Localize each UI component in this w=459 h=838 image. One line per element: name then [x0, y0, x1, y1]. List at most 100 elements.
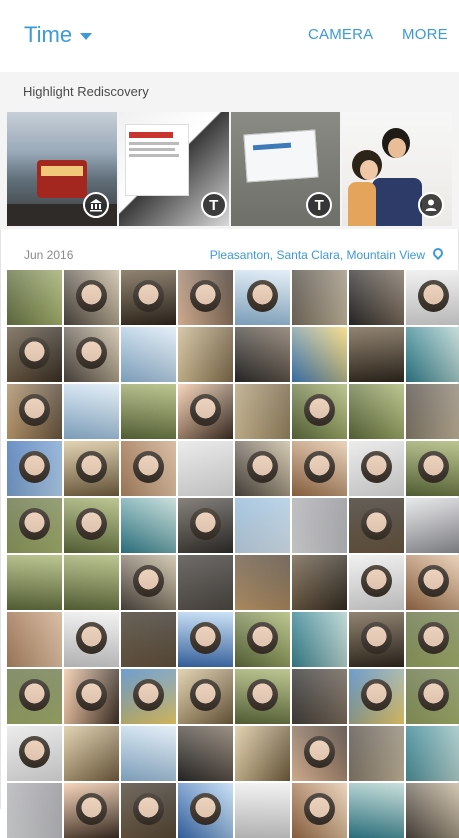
- photo-thumbnail[interactable]: [292, 270, 347, 325]
- more-button[interactable]: MORE: [402, 26, 448, 43]
- photo-thumbnail[interactable]: [406, 555, 459, 610]
- photo-thumbnail[interactable]: [7, 327, 62, 382]
- photo-thumbnail[interactable]: [178, 498, 233, 553]
- photo-shading: [292, 783, 347, 838]
- photo-shading: [235, 555, 290, 610]
- photo-thumbnail[interactable]: [292, 783, 347, 838]
- photo-thumbnail[interactable]: [64, 669, 119, 724]
- photo-thumbnail[interactable]: [235, 783, 290, 838]
- photo-thumbnail[interactable]: [349, 270, 404, 325]
- photo-thumbnail[interactable]: [292, 441, 347, 496]
- camera-button[interactable]: CAMERA: [308, 26, 373, 43]
- photo-thumbnail[interactable]: [235, 270, 290, 325]
- photo-shading: [64, 498, 119, 553]
- photo-thumbnail[interactable]: [7, 441, 62, 496]
- photo-thumbnail[interactable]: [349, 327, 404, 382]
- highlight-card-group-photo[interactable]: [342, 112, 452, 226]
- photo-thumbnail[interactable]: [406, 270, 459, 325]
- photo-thumbnail[interactable]: [178, 612, 233, 667]
- photo-thumbnail[interactable]: [235, 726, 290, 781]
- photo-shading: [235, 612, 290, 667]
- photo-thumbnail[interactable]: [178, 441, 233, 496]
- photo-thumbnail[interactable]: [7, 669, 62, 724]
- photo-thumbnail[interactable]: [235, 384, 290, 439]
- photo-thumbnail[interactable]: [121, 441, 176, 496]
- photo-thumbnail[interactable]: [7, 612, 62, 667]
- photo-thumbnail[interactable]: [349, 384, 404, 439]
- photo-thumbnail[interactable]: [7, 498, 62, 553]
- photo-thumbnail[interactable]: [292, 612, 347, 667]
- photo-thumbnail[interactable]: [121, 669, 176, 724]
- photo-thumbnail[interactable]: [178, 669, 233, 724]
- photo-thumbnail[interactable]: [406, 726, 459, 781]
- photo-thumbnail[interactable]: [64, 783, 119, 838]
- photo-thumbnail[interactable]: [292, 669, 347, 724]
- photo-thumbnail[interactable]: [406, 498, 459, 553]
- photo-thumbnail[interactable]: [292, 498, 347, 553]
- photo-thumbnail[interactable]: [178, 384, 233, 439]
- photo-shading: [406, 384, 459, 439]
- highlight-card-business-card[interactable]: T: [230, 112, 341, 226]
- view-mode-dropdown[interactable]: Time: [24, 22, 93, 48]
- photo-thumbnail[interactable]: [292, 726, 347, 781]
- photo-thumbnail[interactable]: [406, 441, 459, 496]
- photo-thumbnail[interactable]: [406, 612, 459, 667]
- photo-thumbnail[interactable]: [7, 384, 62, 439]
- photo-thumbnail[interactable]: [178, 555, 233, 610]
- photo-thumbnail[interactable]: [292, 327, 347, 382]
- photo-thumbnail[interactable]: [349, 498, 404, 553]
- photo-thumbnail[interactable]: [292, 555, 347, 610]
- photo-thumbnail[interactable]: [235, 612, 290, 667]
- photo-thumbnail[interactable]: [121, 270, 176, 325]
- photo-thumbnail[interactable]: [121, 555, 176, 610]
- photo-shading: [406, 612, 459, 667]
- photo-thumbnail[interactable]: [235, 327, 290, 382]
- photo-thumbnail[interactable]: [7, 726, 62, 781]
- photo-thumbnail[interactable]: [349, 555, 404, 610]
- text-icon: T: [200, 192, 227, 218]
- photo-thumbnail[interactable]: [235, 441, 290, 496]
- section-location-link[interactable]: Pleasanton, Santa Clara, Mountain View: [210, 248, 425, 262]
- photo-thumbnail[interactable]: [121, 612, 176, 667]
- photo-thumbnail[interactable]: [121, 498, 176, 553]
- person-icon: [418, 192, 444, 218]
- highlight-card-document[interactable]: T: [118, 112, 229, 226]
- photo-thumbnail[interactable]: [64, 726, 119, 781]
- photo-thumbnail[interactable]: [121, 726, 176, 781]
- photo-thumbnail[interactable]: [178, 726, 233, 781]
- photo-thumbnail[interactable]: [7, 270, 62, 325]
- photo-shading: [64, 555, 119, 610]
- photo-thumbnail[interactable]: [121, 384, 176, 439]
- photo-thumbnail[interactable]: [64, 441, 119, 496]
- photo-thumbnail[interactable]: [178, 270, 233, 325]
- photo-thumbnail[interactable]: [64, 612, 119, 667]
- photo-thumbnail[interactable]: [406, 669, 459, 724]
- photo-thumbnail[interactable]: [178, 327, 233, 382]
- photo-thumbnail[interactable]: [178, 783, 233, 838]
- photo-thumbnail[interactable]: [349, 726, 404, 781]
- photo-thumbnail[interactable]: [235, 555, 290, 610]
- photo-thumbnail[interactable]: [121, 783, 176, 838]
- photo-thumbnail[interactable]: [349, 441, 404, 496]
- photo-thumbnail[interactable]: [7, 783, 62, 838]
- photo-thumbnail[interactable]: [64, 327, 119, 382]
- photo-thumbnail[interactable]: [349, 669, 404, 724]
- photo-thumbnail[interactable]: [292, 384, 347, 439]
- highlight-section: Highlight Rediscovery T T: [0, 72, 459, 229]
- photo-thumbnail[interactable]: [64, 498, 119, 553]
- photo-thumbnail[interactable]: [349, 783, 404, 838]
- photo-thumbnail[interactable]: [406, 384, 459, 439]
- photo-thumbnail[interactable]: [64, 555, 119, 610]
- highlight-card-cable-car[interactable]: [7, 112, 117, 226]
- photo-thumbnail[interactable]: [64, 270, 119, 325]
- photo-thumbnail[interactable]: [64, 384, 119, 439]
- photo-thumbnail[interactable]: [235, 498, 290, 553]
- photo-shading: [406, 270, 459, 325]
- photo-thumbnail[interactable]: [235, 669, 290, 724]
- photo-thumbnail[interactable]: [121, 327, 176, 382]
- photo-thumbnail[interactable]: [406, 327, 459, 382]
- photo-shading: [7, 669, 62, 724]
- photo-thumbnail[interactable]: [7, 555, 62, 610]
- photo-thumbnail[interactable]: [406, 783, 459, 838]
- photo-thumbnail[interactable]: [349, 612, 404, 667]
